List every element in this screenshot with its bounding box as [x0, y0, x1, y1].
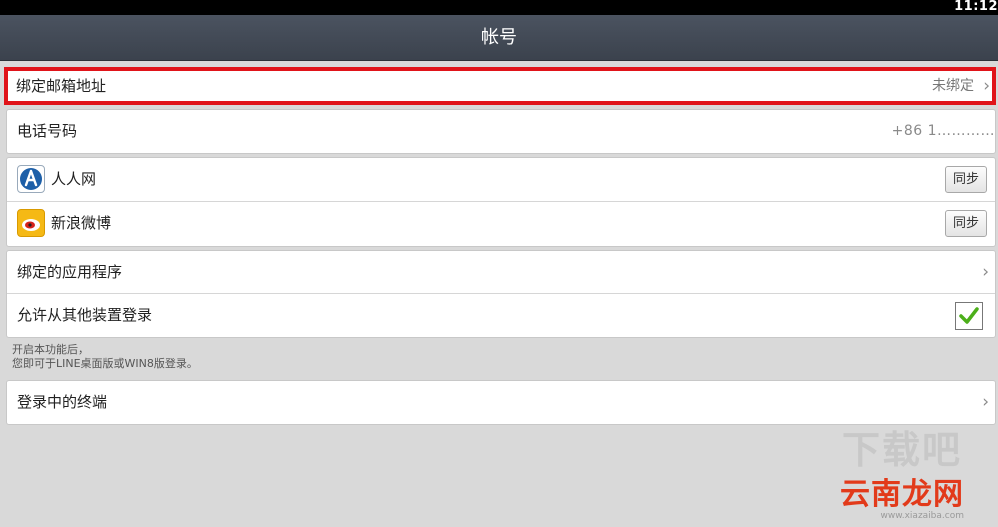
- allow-login-note: 开启本功能后， 您即可于LINE桌面版或WIN8版登录。: [12, 343, 198, 371]
- status-bar: 11:12: [0, 0, 998, 15]
- chevron-right-icon: ›: [982, 392, 989, 412]
- phone-label: 电话号码: [17, 122, 78, 140]
- page-title: 帐号: [481, 27, 517, 48]
- renren-icon: [17, 165, 45, 193]
- weibo-sync-button[interactable]: 同步: [945, 210, 987, 237]
- bind-email-row[interactable]: 绑定邮箱地址 未绑定 ›: [8, 71, 992, 101]
- account-screen: 11:12 帐号 绑定邮箱地址 未绑定 › 电话号码 +86 1………… 人人网: [0, 0, 998, 527]
- service-row-weibo: 新浪微博 同步: [7, 202, 995, 246]
- logged-in-terminals-row[interactable]: 登录中的终端 ›: [7, 381, 995, 424]
- weibo-label: 新浪微博: [51, 214, 112, 232]
- chevron-right-icon: ›: [983, 76, 990, 96]
- status-clock: 11:12: [954, 0, 998, 14]
- phone-group: 电话号码 +86 1…………: [6, 109, 996, 154]
- service-row-renren: 人人网 同步: [7, 158, 995, 202]
- bound-apps-label: 绑定的应用程序: [17, 263, 123, 281]
- note-line-2: 您即可于LINE桌面版或WIN8版登录。: [12, 357, 198, 370]
- renren-label: 人人网: [51, 170, 97, 188]
- phone-number: +86 1…………: [891, 123, 995, 139]
- settings-group: 绑定的应用程序 › 允许从其他装置登录: [6, 250, 996, 338]
- note-line-1: 开启本功能后，: [12, 343, 89, 356]
- bind-email-status: 未绑定: [932, 78, 974, 94]
- renren-sync-button[interactable]: 同步: [945, 166, 987, 193]
- watermark-top: 下载吧: [841, 428, 962, 472]
- sync-services-group: 人人网 同步 新浪微博 同步: [6, 157, 996, 247]
- phone-row[interactable]: 电话号码 +86 1…………: [7, 110, 995, 153]
- allow-login-checkbox[interactable]: [955, 302, 983, 330]
- watermark: 下载吧 云南龙网 www.xiazaiba.com: [840, 428, 964, 521]
- terminals-label: 登录中的终端: [17, 393, 108, 411]
- sina-weibo-icon: [17, 209, 45, 237]
- bind-email-label: 绑定邮箱地址: [16, 77, 107, 95]
- checkmark-icon: [959, 307, 979, 324]
- allow-login-label: 允许从其他装置登录: [17, 306, 153, 324]
- bound-apps-row[interactable]: 绑定的应用程序 ›: [7, 251, 995, 294]
- watermark-main: 云南龙网: [840, 477, 964, 512]
- allow-login-row: 允许从其他装置登录: [7, 294, 995, 337]
- chevron-right-icon: ›: [982, 262, 989, 282]
- email-row-highlight: 绑定邮箱地址 未绑定 ›: [4, 67, 996, 105]
- title-bar: 帐号: [0, 15, 998, 61]
